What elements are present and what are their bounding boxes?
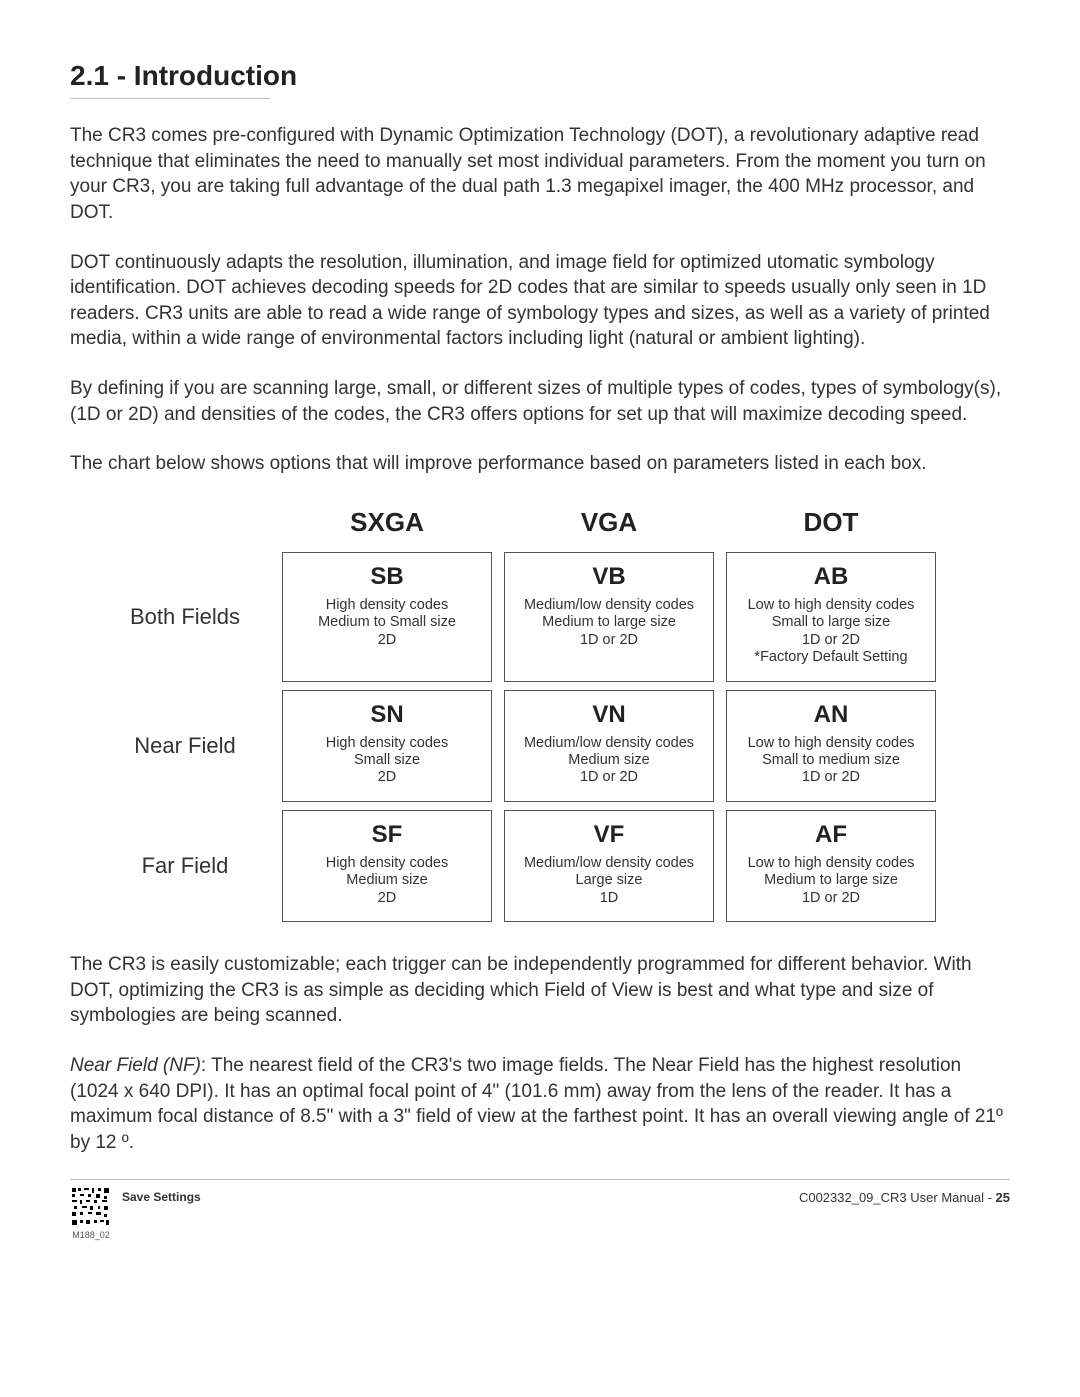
- cell-code: SN: [289, 701, 485, 729]
- footer-rule: [70, 1179, 1010, 1180]
- footer-left: M188_02 Save Settings: [70, 1186, 201, 1240]
- cell-line: *Factory Default Setting: [733, 649, 929, 666]
- near-field-desc: : The nearest field of the CR3's two ima…: [70, 1055, 1003, 1153]
- row-heading-both-fields: Both Fields: [100, 552, 270, 682]
- near-field-paragraph: Near Field (NF): The nearest field of th…: [70, 1053, 1010, 1156]
- cell-line: Small size: [289, 752, 485, 769]
- footer-right: C002332_09_CR3 User Manual - 25: [799, 1186, 1010, 1205]
- save-settings-label: Save Settings: [122, 1186, 201, 1204]
- intro-paragraph-2: DOT continuously adapts the resolution, …: [70, 250, 1010, 353]
- cell-line: Medium/low density codes: [511, 855, 707, 872]
- cell-vf: VF Medium/low density codes Large size 1…: [504, 810, 714, 922]
- cell-line: 2D: [289, 632, 485, 649]
- cell-line: Low to high density codes: [733, 855, 929, 872]
- cell-sf: SF High density codes Medium size 2D: [282, 810, 492, 922]
- page-number: 25: [996, 1190, 1010, 1205]
- cell-line: High density codes: [289, 735, 485, 752]
- cell-line: Medium/low density codes: [511, 735, 707, 752]
- qr-code-icon: M188_02: [70, 1186, 112, 1240]
- cell-line: Medium size: [511, 752, 707, 769]
- cell-line: Medium to large size: [733, 872, 929, 889]
- cell-line: Medium to large size: [511, 614, 707, 631]
- cell-line: Small to medium size: [733, 752, 929, 769]
- cell-sn: SN High density codes Small size 2D: [282, 690, 492, 802]
- cell-line: Low to high density codes: [733, 597, 929, 614]
- cell-line: Medium to Small size: [289, 614, 485, 631]
- cell-code: VN: [511, 701, 707, 729]
- cell-vn: VN Medium/low density codes Medium size …: [504, 690, 714, 802]
- cell-vb: VB Medium/low density codes Medium to la…: [504, 552, 714, 682]
- row-heading-far-field: Far Field: [100, 810, 270, 922]
- qr-code-label: M188_02: [70, 1230, 112, 1240]
- row-heading-near-field: Near Field: [100, 690, 270, 802]
- cell-line: High density codes: [289, 855, 485, 872]
- col-heading-vga: VGA: [504, 507, 714, 544]
- cell-line: 1D: [511, 890, 707, 907]
- cell-ab: AB Low to high density codes Small to la…: [726, 552, 936, 682]
- cell-line: 2D: [289, 769, 485, 786]
- near-field-term: Near Field (NF): [70, 1055, 201, 1076]
- title-rule: [70, 98, 270, 99]
- cell-code: SF: [289, 821, 485, 849]
- corner-blank: [100, 507, 270, 544]
- cell-sb: SB High density codes Medium to Small si…: [282, 552, 492, 682]
- cell-line: Medium/low density codes: [511, 597, 707, 614]
- cell-line: High density codes: [289, 597, 485, 614]
- post-chart-paragraph-1: The CR3 is easily customizable; each tri…: [70, 952, 1010, 1029]
- cell-an: AN Low to high density codes Small to me…: [726, 690, 936, 802]
- cell-line: Large size: [511, 872, 707, 889]
- cell-line: Medium size: [289, 872, 485, 889]
- page: 2.1 - Introduction The CR3 comes pre-con…: [0, 0, 1080, 1270]
- intro-paragraph-1: The CR3 comes pre-configured with Dynami…: [70, 123, 1010, 226]
- doc-id: C002332_09_CR3 User Manual: [799, 1190, 984, 1205]
- section-title: 2.1 - Introduction: [70, 60, 1010, 92]
- intro-paragraph-4: The chart below shows options that will …: [70, 451, 1010, 477]
- cell-line: 1D or 2D: [511, 632, 707, 649]
- cell-code: AF: [733, 821, 929, 849]
- cell-code: AN: [733, 701, 929, 729]
- cell-line: 2D: [289, 890, 485, 907]
- cell-code: VF: [511, 821, 707, 849]
- cell-line: 1D or 2D: [733, 769, 929, 786]
- cell-code: VB: [511, 563, 707, 591]
- cell-line: Low to high density codes: [733, 735, 929, 752]
- cell-line: Small to large size: [733, 614, 929, 631]
- cell-line: 1D or 2D: [733, 890, 929, 907]
- col-heading-dot: DOT: [726, 507, 936, 544]
- cell-code: SB: [289, 563, 485, 591]
- cell-line: 1D or 2D: [733, 632, 929, 649]
- cell-af: AF Low to high density codes Medium to l…: [726, 810, 936, 922]
- sep: -: [984, 1190, 996, 1205]
- col-heading-sxga: SXGA: [282, 507, 492, 544]
- performance-chart: SXGA VGA DOT Both Fields SB High density…: [100, 507, 1010, 922]
- footer: M188_02 Save Settings C002332_09_CR3 Use…: [70, 1186, 1010, 1240]
- cell-code: AB: [733, 563, 929, 591]
- intro-paragraph-3: By defining if you are scanning large, s…: [70, 376, 1010, 427]
- cell-line: 1D or 2D: [511, 769, 707, 786]
